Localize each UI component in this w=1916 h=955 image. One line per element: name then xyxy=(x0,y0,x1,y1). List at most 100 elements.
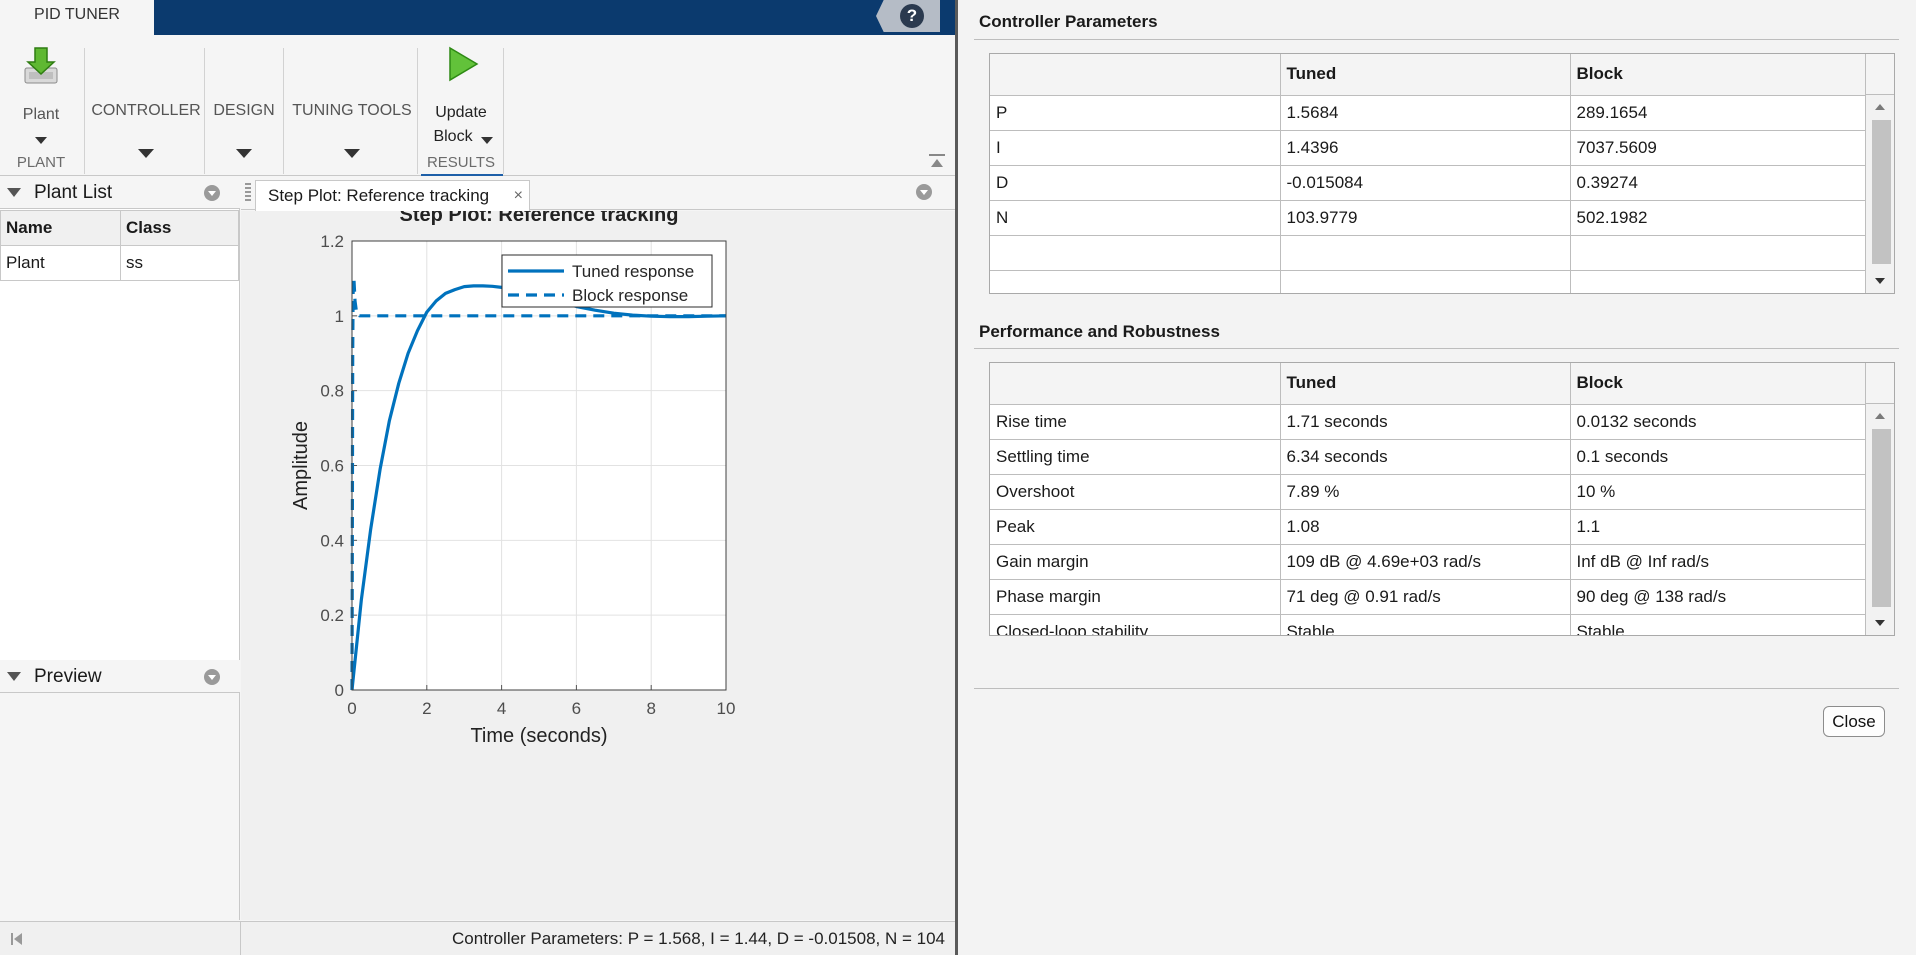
status-text: Controller Parameters: P = 1.568, I = 1.… xyxy=(452,929,945,948)
performance-grid: Tuned Block Rise time 1.71 seconds 0.0132 … xyxy=(990,363,1866,635)
chevron-down-icon xyxy=(35,137,47,144)
close-tab-icon[interactable]: × xyxy=(514,181,523,211)
table-row[interactable]: Plant ss xyxy=(0,245,239,281)
tab-pid-tuner[interactable]: PID TUNER xyxy=(0,0,154,36)
scroll-up-icon[interactable] xyxy=(1875,413,1885,419)
param-name-cell: N xyxy=(990,199,1281,236)
scrollbar-header-corner xyxy=(1866,54,1894,95)
y-axis-label: Amplitude xyxy=(290,421,312,510)
first-page-icon[interactable] xyxy=(10,932,24,946)
performance-table: Tuned Block Rise time 1.71 seconds 0.0132 … xyxy=(989,362,1895,636)
table-row[interactable]: D -0.015084 0.39274 xyxy=(990,164,1866,201)
x-axis-label: Time (seconds) xyxy=(470,725,607,747)
tuned-value-cell: 1.4396 xyxy=(1279,129,1571,166)
table-row[interactable]: N 103.9779 502.1982 xyxy=(990,199,1866,236)
legend-entry: Block response xyxy=(572,286,688,305)
preview-panel: Preview xyxy=(0,660,240,920)
tuning-tools-dropdown[interactable]: TUNING TOOLS xyxy=(287,42,417,172)
table-row[interactable] xyxy=(990,234,1866,271)
table-row[interactable]: P 1.5684 289.1654 xyxy=(990,94,1866,131)
tuned-value-cell xyxy=(1279,234,1571,271)
tuned-value-cell: 71 deg @ 0.91 rad/s xyxy=(1279,578,1571,615)
metric-name-cell: Overshoot xyxy=(990,473,1281,510)
y-tick-label: 0.2 xyxy=(320,606,344,625)
update-block-button[interactable]: Update Block xyxy=(421,42,501,152)
step-plot-chart[interactable]: 0 2 4 6 8 10 0 0.2 0.4 0.6 0.8 1 1.2 Tuned response Bl… xyxy=(241,211,955,920)
help-icon[interactable]: ? xyxy=(900,4,924,28)
column-header-class[interactable]: Class xyxy=(120,210,239,246)
update-label-line1: Update xyxy=(435,104,487,121)
panel-menu-icon[interactable] xyxy=(204,669,220,685)
column-header-name[interactable]: Name xyxy=(0,210,121,246)
scrollbar-thumb[interactable] xyxy=(1872,429,1891,607)
table-row[interactable]: Overshoot 7.89 % 10 % xyxy=(990,473,1866,510)
tuned-value-cell: 7.89 % xyxy=(1279,473,1571,510)
tuned-value-cell: 1.08 xyxy=(1279,508,1571,545)
plant-button[interactable]: Plant xyxy=(8,42,74,152)
controller-params-scrollbar[interactable] xyxy=(1865,54,1894,293)
update-label-line2: Block xyxy=(433,128,473,145)
performance-title: Performance and Robustness xyxy=(979,322,1220,341)
document-menu-icon[interactable] xyxy=(916,184,932,200)
table-row[interactable]: Settling time 6.34 seconds 0.1 seconds xyxy=(990,438,1866,475)
controller-params-title: Controller Parameters xyxy=(979,12,1158,31)
table-row[interactable]: Peak 1.08 1.1 xyxy=(990,508,1866,545)
preview-header[interactable]: Preview xyxy=(0,660,240,693)
collapse-toolstrip-icon[interactable] xyxy=(928,153,946,169)
preview-title: Preview xyxy=(34,666,102,687)
y-tick-label: 0.4 xyxy=(320,531,344,550)
play-icon xyxy=(449,46,479,82)
table-row[interactable]: I 1.4396 7037.5609 xyxy=(990,129,1866,166)
drag-grip-icon[interactable] xyxy=(245,183,251,201)
tuned-value-cell: -0.015084 xyxy=(1279,164,1571,201)
pid-tuner-window: PID TUNER ? Plant PLANT CONTROLLER DESIG… xyxy=(0,0,955,955)
param-name-cell: I xyxy=(990,129,1281,166)
scrollbar-header-corner xyxy=(1866,363,1894,404)
tab-step-plot-label: Step Plot: Reference tracking xyxy=(268,186,490,205)
param-name-cell xyxy=(990,234,1281,271)
table-row[interactable]: Rise time 1.71 seconds 0.0132 seconds xyxy=(990,403,1866,440)
performance-scrollbar[interactable] xyxy=(1865,363,1894,635)
tab-step-plot[interactable]: Step Plot: Reference tracking × xyxy=(255,180,530,211)
status-bar: Controller Parameters: P = 1.568, I = 1.… xyxy=(0,921,955,955)
scrollbar-thumb[interactable] xyxy=(1872,120,1891,264)
controller-dropdown[interactable]: CONTROLLER xyxy=(90,42,202,172)
controller-parameters-dialog: Controller Parameters Tuned Block P 1.568… xyxy=(958,0,1916,955)
controller-params-table: Tuned Block P 1.5684 289.1654 I 1.4396 7037.… xyxy=(989,53,1895,294)
table-row[interactable]: Closed-loop stability Stable Stable xyxy=(990,613,1866,635)
ribbon-divider xyxy=(417,48,418,174)
block-value-cell: 502.1982 xyxy=(1569,199,1866,236)
design-label: DESIGN xyxy=(213,102,275,119)
collapse-triangle-icon[interactable] xyxy=(7,188,21,197)
scroll-down-icon[interactable] xyxy=(1875,278,1885,284)
panel-menu-icon[interactable] xyxy=(204,185,220,201)
metric-name-cell: Gain margin xyxy=(990,543,1281,580)
block-value-cell: 10 % xyxy=(1569,473,1866,510)
scroll-down-icon[interactable] xyxy=(1875,620,1885,626)
table-row[interactable] xyxy=(990,269,1866,293)
chevron-down-icon xyxy=(481,137,493,144)
param-name-cell xyxy=(990,269,1281,293)
scroll-up-icon[interactable] xyxy=(1875,104,1885,110)
import-plant-icon xyxy=(24,47,58,84)
chevron-down-icon xyxy=(138,149,154,158)
plant-name-cell[interactable]: Plant xyxy=(0,245,121,281)
tuned-value-cell: 1.71 seconds xyxy=(1279,403,1571,440)
section-divider xyxy=(974,688,1899,689)
plant-list-header[interactable]: Plant List xyxy=(0,176,240,209)
block-value-cell: 90 deg @ 138 rad/s xyxy=(1569,578,1866,615)
ribbon-divider xyxy=(204,48,205,174)
legend-entry: Tuned response xyxy=(572,262,694,281)
column-header-block: Block xyxy=(1569,54,1866,96)
x-tick-label: 4 xyxy=(497,699,506,718)
table-row[interactable]: Gain margin 109 dB @ 4.69e+03 rad/s Inf dB… xyxy=(990,543,1866,580)
close-button[interactable]: Close xyxy=(1823,706,1885,737)
collapse-triangle-icon[interactable] xyxy=(7,672,21,681)
y-tick-label: 1 xyxy=(335,307,344,326)
tuned-value-cell: 109 dB @ 4.69e+03 rad/s xyxy=(1279,543,1571,580)
design-dropdown[interactable]: DESIGN xyxy=(208,42,280,172)
table-row[interactable]: Phase margin 71 deg @ 0.91 rad/s 90 deg @ … xyxy=(990,578,1866,615)
ribbon-divider xyxy=(283,48,284,174)
controller-params-grid: Tuned Block P 1.5684 289.1654 I 1.4396 7037.… xyxy=(990,54,1866,293)
plant-class-cell[interactable]: ss xyxy=(120,245,239,281)
